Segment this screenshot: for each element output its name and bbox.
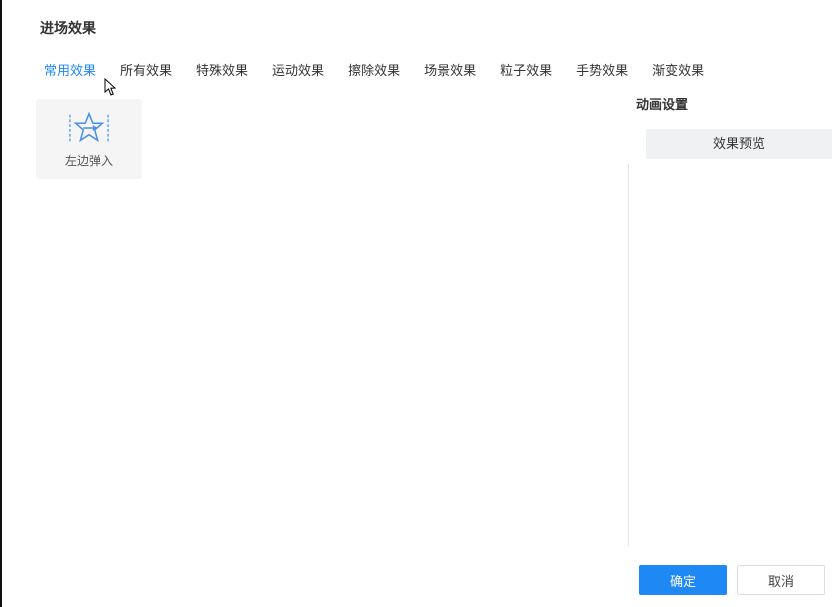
tab-wipe-effects[interactable]: 擦除效果	[336, 60, 412, 85]
effect-grid: 左边弹入	[36, 99, 626, 179]
dialog-footer: 确定 取消	[639, 565, 825, 595]
tab-common-effects[interactable]: 常用效果	[40, 60, 108, 85]
tab-scene-effects[interactable]: 场景效果	[412, 60, 488, 85]
effect-card-left-bounce-in[interactable]: 左边弹入	[36, 99, 142, 179]
right-panel: 动画设置 效果预览	[628, 94, 828, 159]
tab-gesture-effects[interactable]: 手势效果	[564, 60, 640, 85]
star-arrow-right-icon	[68, 110, 110, 146]
cancel-button[interactable]: 取消	[737, 565, 825, 595]
tab-special-effects[interactable]: 特殊效果	[184, 60, 260, 85]
tab-particle-effects[interactable]: 粒子效果	[488, 60, 564, 85]
ok-button[interactable]: 确定	[639, 565, 727, 595]
tab-gradient-effects[interactable]: 渐变效果	[640, 60, 716, 85]
dialog-title: 进场效果	[40, 18, 835, 38]
tab-motion-effects[interactable]: 运动效果	[260, 60, 336, 85]
animation-settings-title: 动画设置	[628, 94, 828, 113]
panel-divider	[628, 164, 629, 546]
preview-header: 效果预览	[646, 129, 832, 159]
effect-label: 左边弹入	[65, 152, 113, 169]
tab-all-effects[interactable]: 所有效果	[108, 60, 184, 85]
effect-tabs: 常用效果 所有效果 特殊效果 运动效果 擦除效果 场景效果 粒子效果 手势效果 …	[2, 38, 835, 85]
dialog-header: 进场效果	[2, 0, 835, 38]
